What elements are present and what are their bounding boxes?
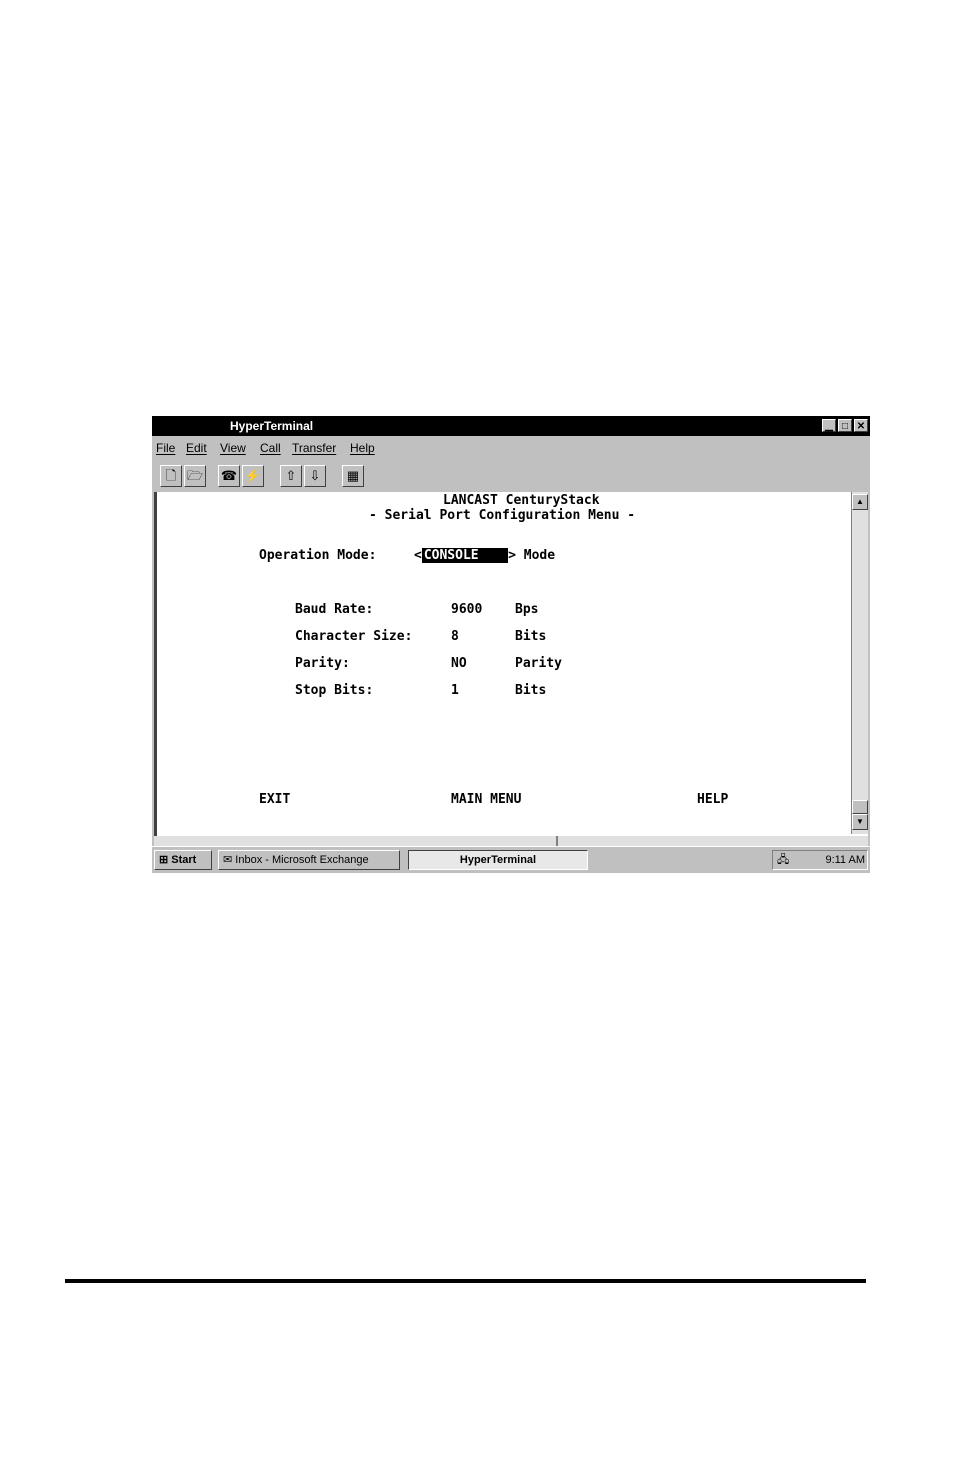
menu-call[interactable]: Call [260, 438, 281, 458]
network-icon[interactable]: 🖧 [777, 851, 789, 869]
menu-edit[interactable]: Edit [186, 438, 207, 458]
terminal-heading: LANCAST CenturyStack [443, 493, 600, 508]
scroll-up-icon[interactable]: ▲ [852, 494, 868, 510]
scroll-thumb[interactable] [852, 800, 868, 814]
menu-transfer[interactable]: Transfer [292, 438, 336, 458]
window-title: HyperTerminal [230, 419, 314, 433]
operation-mode-label: Operation Mode: [259, 548, 377, 563]
clock: 9:11 AM [825, 854, 865, 866]
taskbar-hyperterminal[interactable]: HyperTerminal [408, 850, 588, 870]
windows-logo-icon: ⊞ [159, 854, 169, 866]
parity-label: Parity: [295, 656, 350, 671]
taskbar-inbox-label: Inbox - Microsoft Exchange [235, 854, 369, 866]
stop-bits-label: Stop Bits: [295, 683, 374, 698]
start-label: Start [171, 854, 197, 866]
baud-rate-label: Baud Rate: [295, 602, 374, 617]
scroll-down-icon[interactable]: ▼ [852, 814, 868, 830]
system-tray: 🖧 9:11 AM [772, 850, 868, 870]
main-menu-action[interactable]: MAIN MENU [451, 792, 521, 807]
character-size-value[interactable]: 8 [451, 629, 459, 644]
baud-rate-unit: Bps [515, 602, 539, 617]
terminal-subheading: - Serial Port Configuration Menu - [369, 508, 636, 523]
toolbar: 🗋 🗁 ☎ ⚡ ⇧ ⇩ ▦ [156, 463, 866, 489]
taskbar-inbox[interactable]: ✉ Inbox - Microsoft Exchange [218, 850, 400, 870]
parity-value[interactable]: NO [451, 656, 467, 671]
menu-help[interactable]: Help [350, 438, 375, 458]
operation-mode-close: > Mode [508, 548, 556, 563]
terminal-screen[interactable]: LANCAST CenturyStack - Serial Port Confi… [154, 492, 868, 836]
hyperterminal-window: HyperTerminal ▁ □ ✕ File Edit View Call … [152, 416, 870, 873]
vertical-scrollbar[interactable]: ▲ ▼ [851, 492, 868, 834]
page-rule [65, 1279, 866, 1283]
new-icon[interactable]: 🗋 [160, 465, 182, 487]
menu-bar: File Edit View Call Transfer Help [152, 438, 870, 458]
exit-action[interactable]: EXIT [259, 792, 290, 807]
baud-rate-value[interactable]: 9600 [451, 602, 482, 617]
character-size-unit: Bits [515, 629, 547, 644]
taskbar: ⊞ Start ✉ Inbox - Microsoft Exchange Hyp… [152, 846, 870, 873]
menu-view[interactable]: View [220, 438, 246, 458]
stop-bits-unit: Bits [515, 683, 547, 698]
properties-icon[interactable]: ▦ [342, 465, 364, 487]
stop-bits-value[interactable]: 1 [451, 683, 459, 698]
close-button[interactable]: ✕ [854, 419, 868, 432]
inbox-icon: ✉ [223, 854, 233, 866]
title-bar[interactable]: HyperTerminal ▁ □ ✕ [152, 416, 870, 436]
parity-unit: Parity [515, 656, 562, 671]
phone-icon[interactable]: ☎ [218, 465, 240, 487]
send-icon[interactable]: ⇧ [280, 465, 302, 487]
operation-mode-pad [480, 548, 509, 563]
operation-mode-field[interactable]: < CONSOLE > Mode [414, 548, 555, 563]
open-icon[interactable]: 🗁 [184, 465, 206, 487]
menu-file[interactable]: File [156, 438, 175, 458]
operation-mode-open: < [414, 548, 422, 563]
maximize-button[interactable]: □ [838, 419, 852, 432]
receive-icon[interactable]: ⇩ [304, 465, 326, 487]
operation-mode-value[interactable]: CONSOLE [421, 548, 481, 563]
disconnect-icon[interactable]: ⚡ [242, 465, 264, 487]
help-action[interactable]: HELP [697, 792, 728, 807]
minimize-button[interactable]: ▁ [822, 419, 836, 432]
start-button[interactable]: ⊞ Start [154, 850, 212, 870]
character-size-label: Character Size: [295, 629, 413, 644]
